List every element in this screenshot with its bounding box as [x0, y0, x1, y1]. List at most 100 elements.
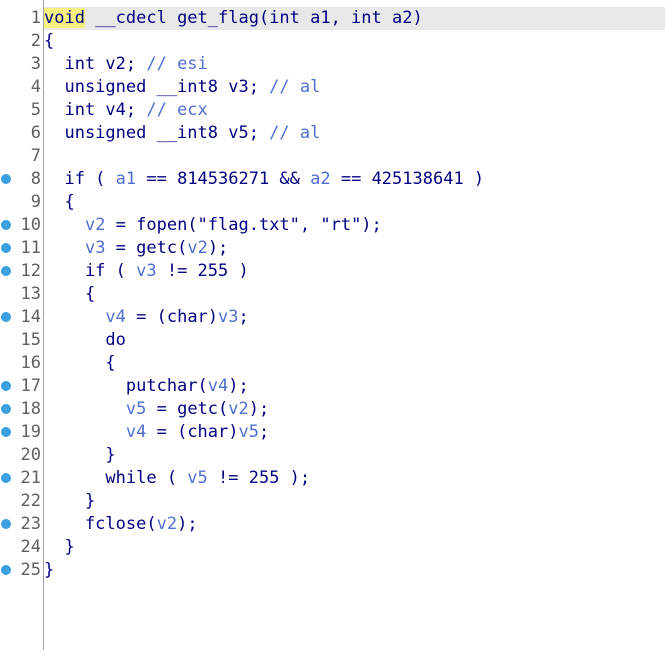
code-text[interactable]: if ( a1 == 814536271 && a2 == 425138641 … — [44, 168, 665, 191]
code-line[interactable]: 17 putchar(v4); — [0, 375, 665, 398]
code-line[interactable]: 19 v4 = (char)v5; — [0, 421, 665, 444]
code-line[interactable]: 13 { — [0, 283, 665, 306]
code-line[interactable]: 21 while ( v5 != 255 ); — [0, 467, 665, 490]
line-number: 9 — [30, 192, 41, 212]
breakpoint-marker-icon[interactable] — [1, 519, 11, 529]
code-token: == 814536271 && — [136, 169, 311, 189]
code-text[interactable]: { — [44, 191, 665, 214]
code-variable: v2 — [156, 514, 178, 534]
code-token: do — [44, 330, 126, 350]
code-variable: v3 — [136, 261, 157, 281]
line-number: 23 — [20, 514, 41, 534]
code-line[interactable]: 10 v2 = fopen("flag.txt", "rt"); — [0, 214, 665, 237]
code-text[interactable] — [44, 145, 665, 168]
line-number: 17 — [20, 376, 41, 396]
breakpoint-marker-icon[interactable] — [1, 381, 11, 391]
code-line[interactable]: 14 v4 = (char)v3; — [0, 306, 665, 329]
code-variable: a2 — [310, 169, 331, 189]
code-token: unsigned __int8 v5; — [44, 123, 270, 143]
code-text[interactable]: } — [44, 490, 665, 513]
code-token: { — [44, 353, 116, 373]
line-number: 25 — [20, 560, 41, 580]
code-token: { — [44, 31, 55, 51]
code-token: ); — [177, 514, 198, 534]
code-text[interactable]: unsigned __int8 v3; // al — [44, 76, 665, 99]
code-text[interactable]: v5 = getc(v2); — [44, 398, 665, 421]
code-line[interactable]: 24 } — [0, 536, 665, 559]
code-line[interactable]: 1 void __cdecl get_flag(int a1, int a2) — [0, 7, 665, 30]
code-text[interactable]: v4 = (char)v3; — [44, 306, 665, 329]
code-line[interactable]: 25} — [0, 559, 665, 582]
code-text[interactable]: do — [44, 329, 665, 352]
code-text[interactable]: { — [44, 352, 665, 375]
code-text[interactable]: } — [44, 444, 665, 467]
breakpoint-marker-icon[interactable] — [1, 427, 11, 437]
code-line[interactable]: 11 v3 = getc(v2); — [0, 237, 665, 260]
code-text[interactable]: fclose(v2); — [44, 513, 665, 536]
code-comment: // ecx — [146, 100, 208, 120]
code-variable: v5 — [125, 399, 147, 419]
code-line[interactable]: 7 — [0, 145, 665, 168]
breakpoint-marker-icon[interactable] — [1, 312, 11, 322]
code-variable: v5 — [187, 468, 208, 488]
code-variable: v2 — [228, 399, 249, 419]
code-text[interactable]: { — [44, 30, 665, 53]
code-token: = getc( — [146, 399, 229, 419]
code-token: } — [44, 537, 75, 557]
code-text[interactable]: while ( v5 != 255 ); — [44, 467, 665, 490]
line-number: 1 — [30, 8, 41, 28]
code-token: = (char) — [125, 307, 219, 327]
code-variable: v4 — [125, 422, 147, 442]
code-text[interactable]: if ( v3 != 255 ) — [44, 260, 665, 283]
code-line[interactable]: 18 v5 = getc(v2); — [0, 398, 665, 421]
code-line[interactable]: 3 int v2; // esi — [0, 53, 665, 76]
code-line[interactable]: 15 do — [0, 329, 665, 352]
code-token: } — [44, 560, 55, 580]
code-line[interactable]: 12 if ( v3 != 255 ) — [0, 260, 665, 283]
code-text[interactable]: } — [44, 559, 665, 582]
breakpoint-marker-icon[interactable] — [1, 565, 11, 575]
code-token: fclose( — [44, 514, 157, 534]
code-text[interactable]: v2 = fopen("flag.txt", "rt"); — [44, 214, 665, 237]
code-text[interactable]: void __cdecl get_flag(int a1, int a2) — [44, 7, 665, 30]
pseudocode-viewer[interactable]: 1 void __cdecl get_flag(int a1, int a2) 2{… — [0, 0, 665, 650]
code-line[interactable]: 23 fclose(v2); — [0, 513, 665, 536]
code-line[interactable]: 9 { — [0, 191, 665, 214]
code-line[interactable]: 20 } — [0, 444, 665, 467]
code-text[interactable]: } — [44, 536, 665, 559]
code-token: ); — [248, 399, 270, 419]
code-token: = getc( — [105, 238, 188, 258]
code-text[interactable]: putchar(v4); — [44, 375, 665, 398]
code-text[interactable]: { — [44, 283, 665, 306]
code-token: ; — [238, 307, 249, 327]
code-line[interactable]: 6 unsigned __int8 v5; // al — [0, 122, 665, 145]
code-text[interactable]: v3 = getc(v2); — [44, 237, 665, 260]
code-line[interactable]: 5 int v4; // ecx — [0, 99, 665, 122]
line-number: 18 — [20, 399, 41, 419]
code-token: if ( — [44, 169, 116, 189]
code-comment: // al — [269, 123, 321, 143]
code-text[interactable]: int v2; // esi — [44, 53, 665, 76]
breakpoint-marker-icon[interactable] — [1, 404, 11, 414]
code-text[interactable]: unsigned __int8 v5; // al — [44, 122, 665, 145]
code-line[interactable]: 8 if ( a1 == 814536271 && a2 == 42513864… — [0, 168, 665, 191]
code-line[interactable]: 2{ — [0, 30, 665, 53]
code-variable: v2 — [84, 215, 106, 235]
code-text[interactable]: v4 = (char)v5; — [44, 421, 665, 444]
code-comment: // esi — [146, 54, 208, 74]
breakpoint-marker-icon[interactable] — [1, 243, 11, 253]
breakpoint-marker-icon[interactable] — [1, 174, 11, 184]
breakpoint-marker-icon[interactable] — [1, 266, 11, 276]
code-variable: v3 — [84, 238, 106, 258]
code-line[interactable]: 22 } — [0, 490, 665, 513]
code-text[interactable]: int v4; // ecx — [44, 99, 665, 122]
code-line[interactable]: 4 unsigned __int8 v3; // al — [0, 76, 665, 99]
breakpoint-marker-icon[interactable] — [1, 473, 11, 483]
breakpoint-marker-icon[interactable] — [1, 220, 11, 230]
code-token: if ( — [44, 261, 137, 281]
code-line[interactable]: 16 { — [0, 352, 665, 375]
code-token: int v2; — [44, 54, 147, 74]
line-number: 5 — [30, 100, 41, 120]
line-number: 8 — [30, 169, 41, 189]
